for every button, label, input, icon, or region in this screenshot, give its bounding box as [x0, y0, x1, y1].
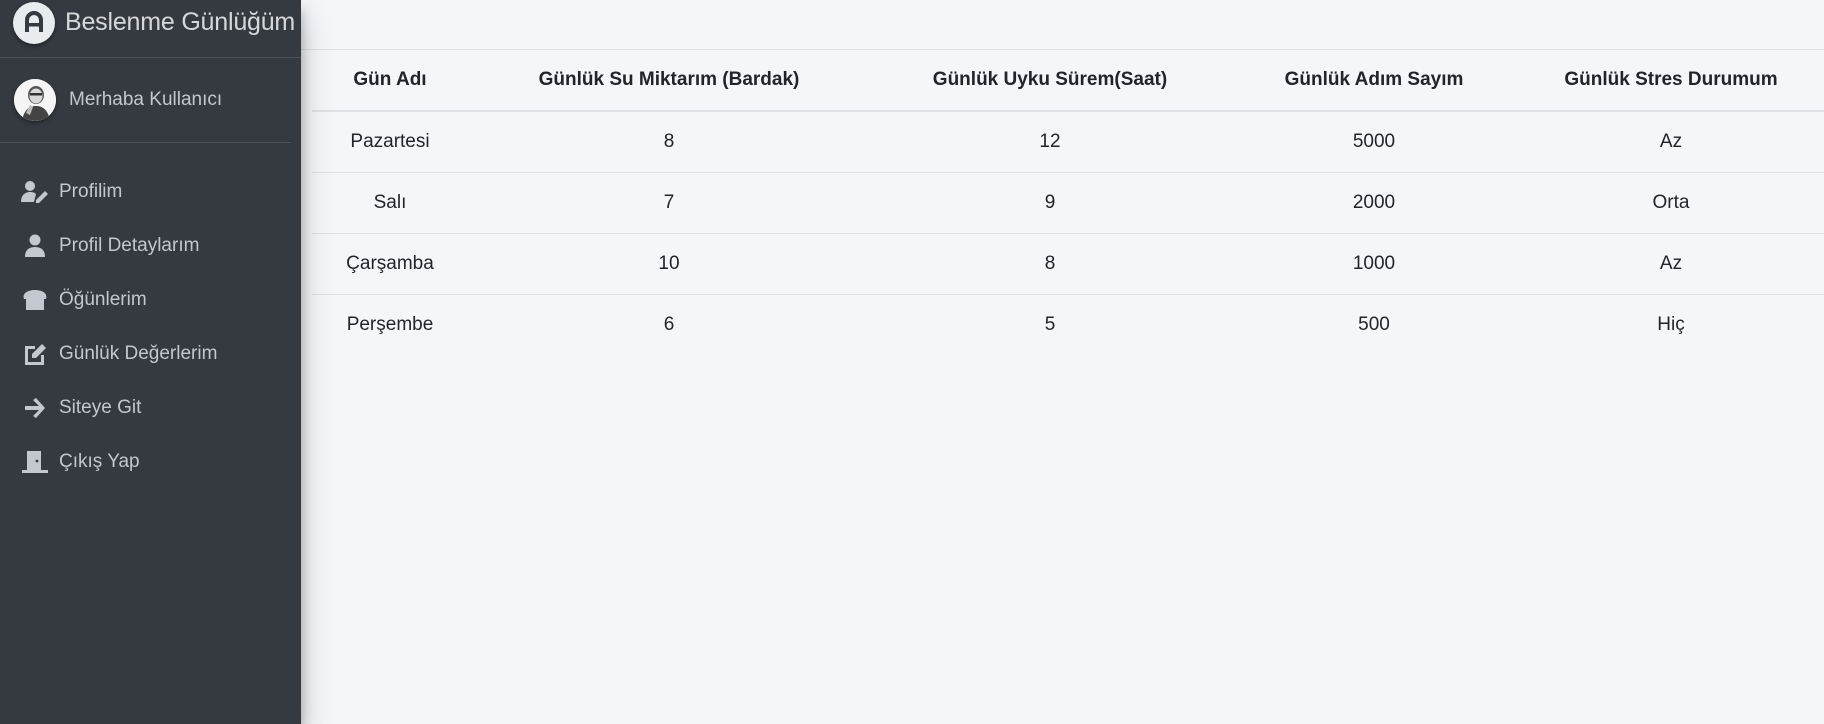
sidebar-nav: Profilim Profil Detaylarım Öğünlerim Gün… [0, 143, 301, 489]
sidebar-item-ogunlerim[interactable]: Öğünlerim [0, 273, 301, 327]
sidebar-item-cikis-yap[interactable]: Çıkış Yap [0, 435, 301, 489]
table-row: Pazartesi 8 12 5000 Az [312, 111, 1824, 173]
sidebar-item-label: Profilim [59, 181, 123, 202]
table-cell: Az [1518, 233, 1824, 295]
table-cell: 9 [870, 172, 1230, 234]
table-cell: 8 [468, 111, 870, 173]
table-row: Perşembe 6 5 500 Hiç [312, 295, 1824, 356]
adminlte-logo-icon [13, 1, 55, 44]
table-cell: 5 [1044, 314, 1056, 335]
user-greeting[interactable]: Merhaba Kullanıcı [69, 89, 222, 111]
column-header-uyku-suresi: Günlük Uyku Sürem(Saat) [870, 50, 1230, 112]
column-header-gun-adi: Gün Adı [312, 50, 468, 112]
sidebar-item-label: Siteye Git [59, 397, 142, 418]
sidebar-item-siteye-git[interactable]: Siteye Git [0, 381, 301, 435]
table-cell: Hiç [1657, 314, 1685, 335]
top-navbar [301, 0, 1824, 50]
table-cell: 1000 [1230, 233, 1518, 295]
table-cell: 2000 [1230, 172, 1518, 234]
column-header-stres-durumu: Günlük Stres Durumum [1518, 50, 1824, 112]
column-header-su-miktari: Günlük Su Miktarım (Bardak) [468, 50, 870, 112]
user-avatar[interactable] [14, 79, 56, 121]
brand-title: Beslenme Günlüğüm [65, 8, 296, 36]
table-header-row: Gün Adı Günlük Su Miktarım (Bardak) Günl… [312, 50, 1824, 112]
table-cell: 6 [663, 314, 675, 335]
table-cell: Orta [1518, 172, 1824, 234]
table-cell: Pazartesi [312, 111, 468, 173]
arrow-right-icon [21, 395, 49, 421]
door-icon [21, 449, 49, 475]
sidebar-item-gunluk-degerlerim[interactable]: Günlük Değerlerim [0, 327, 301, 381]
brand-link[interactable]: Beslenme Günlüğüm [0, 0, 301, 58]
daily-values-table: Gün Adı Günlük Su Miktarım (Bardak) Günl… [312, 50, 1824, 355]
bread-icon [21, 287, 49, 313]
table-cell: Çarşamba [312, 233, 468, 295]
table-cell: 7 [468, 172, 870, 234]
table-row: Salı 7 9 2000 Orta [312, 172, 1824, 234]
table-cell: 8 [870, 233, 1230, 295]
user-edit-icon [21, 179, 49, 205]
main-content: Gün Adı Günlük Su Miktarım (Bardak) Günl… [301, 0, 1824, 724]
table-cell: Perşembe [346, 314, 434, 335]
edit-icon [21, 341, 49, 367]
user-icon [21, 233, 49, 259]
table-cell: 5000 [1230, 111, 1518, 173]
table-cell: 12 [870, 111, 1230, 173]
sidebar-item-profil-detaylarim[interactable]: Profil Detaylarım [0, 219, 301, 273]
sidebar-item-label: Profil Detaylarım [59, 235, 200, 256]
sidebar-item-label: Çıkış Yap [59, 451, 140, 472]
sidebar-item-profilim[interactable]: Profilim [0, 165, 301, 219]
table-cell: 10 [468, 233, 870, 295]
user-panel: Merhaba Kullanıcı [0, 58, 291, 143]
table-cell: Salı [312, 172, 468, 234]
sidebar-item-label: Günlük Değerlerim [59, 343, 218, 364]
sidebar: Beslenme Günlüğüm Merhaba Kullanıcı Prof… [0, 0, 301, 724]
sidebar-item-label: Öğünlerim [59, 289, 147, 310]
column-header-adim-sayisi: Günlük Adım Sayım [1230, 50, 1518, 112]
table-cell: 500 [1358, 314, 1390, 335]
table-row: Çarşamba 10 8 1000 Az [312, 233, 1824, 295]
table-cell: Az [1518, 111, 1824, 173]
